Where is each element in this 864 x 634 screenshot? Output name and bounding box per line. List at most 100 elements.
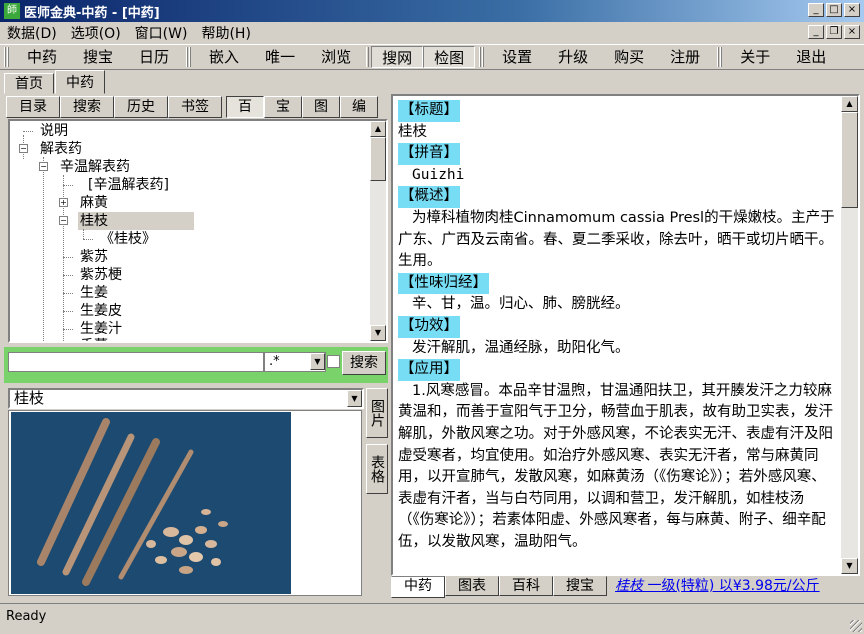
tb-unique-button[interactable]: 唯一 [252, 46, 308, 68]
tab-herbs[interactable]: 中药 [55, 70, 105, 94]
search-button[interactable]: 搜索 [342, 351, 386, 375]
scroll-up-arrow-icon[interactable]: ▲ [370, 121, 386, 137]
tree-node-guizhi[interactable]: 桂枝 [78, 212, 194, 230]
tab-bottom-encyclopedia[interactable]: 百科 [499, 576, 553, 596]
tb-register-button[interactable]: 注册 [657, 46, 713, 68]
menu-data[interactable]: 数据(D) [0, 23, 64, 43]
price-link-name: 桂枝 [615, 578, 643, 594]
article-overview: 为樟科植物肉桂Cinnamomum cassia Presl的干燥嫩枝。主产于广… [398, 209, 835, 270]
tab-history[interactable]: 历史 [114, 96, 168, 118]
tab-search[interactable]: 搜索 [60, 96, 114, 118]
tb-exit-button[interactable]: 退出 [783, 46, 839, 68]
tb-about-button[interactable]: 关于 [727, 46, 783, 68]
tree-node-mahuang[interactable]: 麻黄 [80, 194, 108, 212]
tab-encyclopedia[interactable]: 百 [226, 96, 264, 118]
tree-node-xiangru[interactable]: 香薷 [80, 337, 108, 341]
tab-treasure[interactable]: 宝 [264, 96, 302, 118]
toolbar: 中药 搜宝 日历 嵌入 唯一 浏览 搜网 检图 设置 升级 购买 注册 关于 退… [0, 44, 864, 70]
tree-node-shengjiangpi[interactable]: 生姜皮 [80, 302, 122, 320]
chevron-down-icon[interactable]: ▼ [347, 390, 362, 407]
article-view: 【标题】 桂枝 【拼音】 Guizhi 【概述】 为樟科植物肉桂Cinnamom… [391, 94, 860, 576]
regex-checkbox[interactable] [327, 355, 340, 368]
tree-scrollbar[interactable]: ▲ ▼ [370, 121, 386, 341]
title-bar: 師 医师金典-中药 - [中药] _ □ × [0, 0, 864, 22]
tab-bottom-search-treasure[interactable]: 搜宝 [553, 576, 607, 596]
tb-buy-button[interactable]: 购买 [601, 46, 657, 68]
tree-node-zisu[interactable]: 紫苏 [80, 248, 108, 266]
mdi-minimize-button[interactable]: _ [808, 25, 824, 39]
tab-image[interactable]: 图 [302, 96, 340, 118]
tb-calendar-button[interactable]: 日历 [126, 46, 182, 68]
maximize-button[interactable]: □ [826, 3, 842, 17]
resize-grip-icon[interactable] [850, 620, 862, 632]
image-select[interactable]: 桂枝 ▼ [8, 388, 364, 409]
section-heading-nature: 【性味归经】 [398, 272, 489, 295]
toolbar-grip[interactable] [717, 47, 723, 67]
close-button[interactable]: × [844, 3, 860, 17]
menu-options[interactable]: 选项(O) [64, 23, 128, 43]
tab-bottom-charts[interactable]: 图表 [445, 576, 499, 596]
toolbar-grip[interactable] [4, 47, 10, 67]
left-panel: 目录 搜索 历史 书签 百 宝 图 编 说明 − 解表药 − 辛温解表药 [辛温… [4, 94, 388, 598]
scroll-down-arrow-icon[interactable]: ▼ [841, 558, 858, 574]
tab-contents[interactable]: 目录 [6, 96, 60, 118]
tree-node-category-doc[interactable]: [辛温解表药] [88, 176, 169, 194]
tab-bottom-herbs[interactable]: 中药 [391, 576, 445, 598]
price-link-text: 一级(特粒) 以¥3.98元/公斤 [643, 578, 820, 594]
minimize-button[interactable]: _ [808, 3, 824, 17]
search-input[interactable] [8, 352, 264, 372]
mdi-close-button[interactable]: × [844, 25, 860, 39]
tab-table[interactable]: 表格 [366, 444, 388, 494]
section-heading-title: 【标题】 [398, 100, 460, 122]
menu-help[interactable]: 帮助(H) [194, 23, 257, 43]
article-content: 【标题】 桂枝 【拼音】 Guizhi 【概述】 为樟科植物肉桂Cinnamom… [398, 100, 838, 553]
tab-bookmarks[interactable]: 书签 [168, 96, 222, 118]
status-text: Ready [6, 609, 47, 624]
section-heading-usage: 【应用】 [398, 359, 460, 381]
scroll-thumb[interactable] [370, 137, 386, 181]
tb-browse-button[interactable]: 浏览 [308, 46, 364, 68]
scroll-down-arrow-icon[interactable]: ▼ [370, 325, 386, 341]
left-tabs: 目录 搜索 历史 书签 百 宝 图 编 [6, 96, 378, 118]
toolbar-grip[interactable] [479, 47, 485, 67]
tb-search-treasure-button[interactable]: 搜宝 [70, 46, 126, 68]
herb-photo [11, 412, 291, 594]
scroll-thumb[interactable] [841, 112, 858, 208]
toolbar-separator [366, 47, 370, 67]
menu-window[interactable]: 窗口(W) [128, 23, 195, 43]
tree-node-zisugeng[interactable]: 紫苏梗 [80, 266, 122, 284]
mdi-restore-button[interactable]: ❐ [826, 25, 842, 39]
tree-node-guizhi-doc[interactable]: 《桂枝》 [100, 230, 156, 248]
tree-node-shengjiangzhi[interactable]: 生姜汁 [80, 320, 122, 338]
collapse-icon[interactable]: − [19, 144, 28, 153]
tree-node-shengjiang[interactable]: 生姜 [80, 284, 108, 302]
section-heading-effect: 【功效】 [398, 315, 460, 338]
tb-embed-button[interactable]: 嵌入 [196, 46, 252, 68]
price-link[interactable]: 桂枝 一级(特粒) 以¥3.98元/公斤 [607, 576, 820, 596]
tree-node-intro[interactable]: 说明 [40, 122, 68, 140]
toolbar-grip[interactable] [186, 47, 192, 67]
tb-settings-button[interactable]: 设置 [489, 46, 545, 68]
tb-image-search-button[interactable]: 检图 [423, 46, 476, 68]
chevron-down-icon[interactable]: ▼ [310, 353, 325, 370]
document-tabs: 首页 中药 [4, 70, 106, 94]
collapse-icon[interactable]: − [59, 216, 68, 225]
tb-web-search-button[interactable]: 搜网 [371, 46, 424, 68]
expand-icon[interactable]: + [59, 198, 68, 207]
tab-picture[interactable]: 图片 [366, 388, 388, 438]
image-select-value: 桂枝 [14, 389, 45, 407]
tab-edit[interactable]: 编 [340, 96, 378, 118]
article-usage: 1.风寒感冒。本品辛甘温煦，甘温通阳扶卫，其开腠发汗之力较麻黄温和，而善于宣阳气… [398, 382, 833, 550]
tab-home[interactable]: 首页 [4, 73, 54, 94]
tree-node-exterior-release[interactable]: 解表药 [40, 140, 82, 158]
article-scrollbar[interactable]: ▲ ▼ [841, 96, 858, 574]
collapse-icon[interactable]: − [39, 162, 48, 171]
tree-node-warm-pungent[interactable]: 辛温解表药 [60, 158, 130, 176]
menu-bar: 数据(D) 选项(O) 窗口(W) 帮助(H) [0, 22, 864, 44]
window-title: 医师金典-中药 - [中药] [24, 5, 160, 21]
tb-herbs-button[interactable]: 中药 [14, 46, 70, 68]
side-tabs: 图片 表格 [366, 388, 388, 548]
contents-tree[interactable]: 说明 − 解表药 − 辛温解表药 [辛温解表药] + 麻黄 − 桂枝 《桂枝》 … [8, 119, 388, 343]
scroll-up-arrow-icon[interactable]: ▲ [841, 96, 858, 112]
tb-upgrade-button[interactable]: 升级 [545, 46, 601, 68]
